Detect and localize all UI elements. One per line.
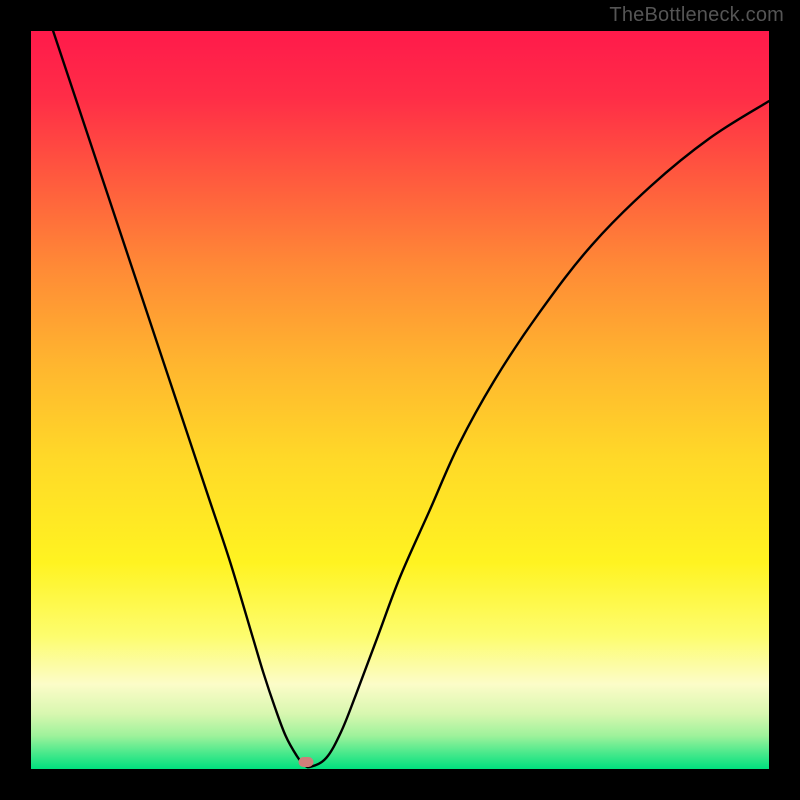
watermark-text: TheBottleneck.com [609, 4, 784, 27]
optimum-marker [298, 757, 313, 767]
outer-frame: TheBottleneck.com [0, 0, 800, 800]
plot-area [31, 31, 769, 769]
bottleneck-curve [31, 31, 769, 769]
